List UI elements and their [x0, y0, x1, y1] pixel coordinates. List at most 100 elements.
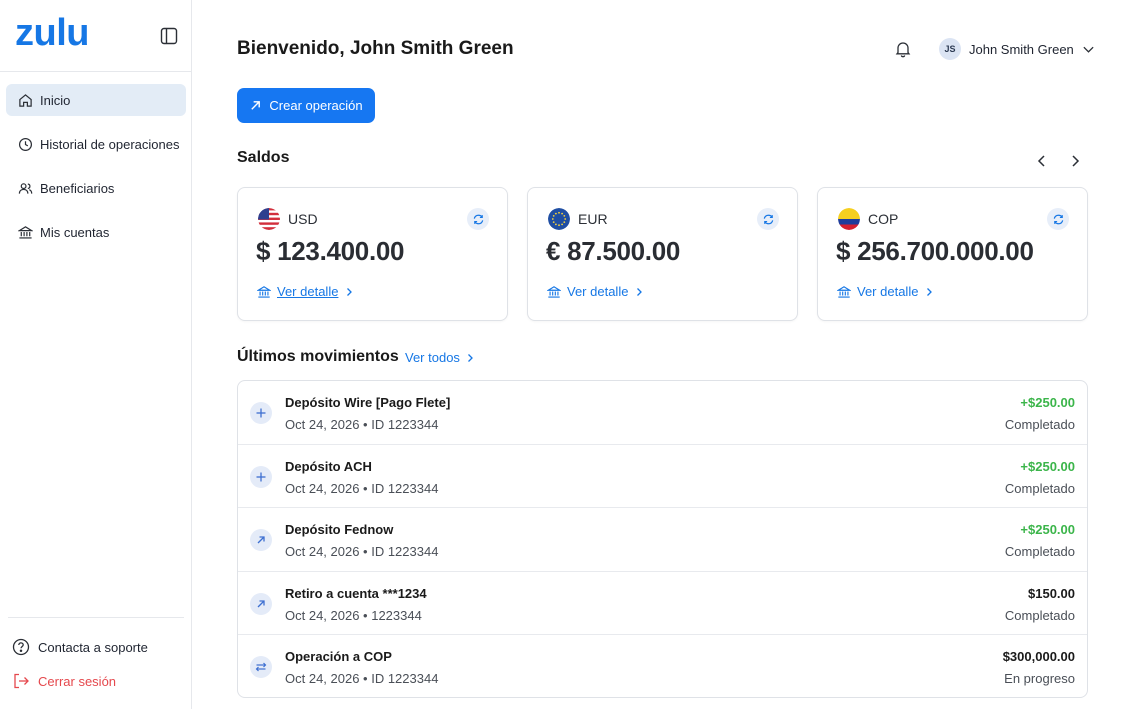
movement-title: Retiro a cuenta ***1234 — [285, 585, 427, 601]
currency-code: EUR — [578, 211, 608, 227]
chevron-left-icon[interactable] — [1034, 153, 1050, 169]
movement-amount: +$250.00 — [1020, 458, 1075, 474]
bank-icon — [257, 285, 271, 298]
view-detail-link[interactable]: Ver detalle — [837, 284, 934, 299]
chevron-down-icon — [1083, 46, 1094, 53]
movement-status: Completado — [1004, 417, 1075, 432]
us-flag-icon — [258, 208, 280, 230]
create-operation-button[interactable]: Crear operación — [237, 88, 375, 123]
sidebar-item-beneficiarios[interactable]: Beneficiarios — [6, 172, 186, 204]
movement-amount: +$250.00 — [1020, 395, 1075, 410]
logo[interactable]: zulu — [15, 14, 89, 52]
chevron-right-icon — [927, 287, 933, 296]
list-item[interactable]: Operación a COP Oct 24, 2026 • ID 122334… — [238, 635, 1087, 697]
movement-status: Completado — [1004, 607, 1075, 623]
balances-title: Saldos — [237, 149, 290, 166]
logout-icon — [14, 673, 29, 689]
arrow-up-right-icon — [257, 536, 265, 544]
movement-icon — [250, 402, 272, 424]
sidebar-item-label: Mis cuentas — [40, 224, 110, 240]
view-detail-link[interactable]: Ver detalle — [257, 284, 354, 299]
currency-code: COP — [868, 211, 899, 227]
list-item[interactable]: Depósito Wire [Pago Flete] Oct 24, 2026 … — [238, 381, 1087, 445]
movement-status: Completado — [1004, 544, 1075, 560]
movements-title: Últimos movimientos — [237, 348, 399, 365]
balance-amount: € 87.500.00 — [546, 236, 681, 266]
bank-icon — [18, 225, 33, 239]
swap-icon — [255, 662, 267, 672]
refresh-button[interactable] — [1047, 208, 1069, 230]
sidebar-item-mis-cuentas[interactable]: Mis cuentas — [6, 216, 186, 248]
logout-label: Cerrar sesión — [38, 673, 117, 689]
chevron-right-icon — [467, 353, 473, 362]
movements-list: Depósito Wire [Pago Flete] Oct 24, 2026 … — [237, 380, 1088, 698]
movement-icon — [250, 656, 272, 679]
refresh-icon — [473, 214, 483, 224]
sidebar-footer: Contacta a soporte Cerrar sesión — [8, 617, 184, 698]
sidebar-item-label: Beneficiarios — [40, 180, 115, 196]
view-detail-label: Ver detalle — [567, 284, 629, 299]
chevron-right-icon — [347, 287, 353, 296]
refresh-button[interactable] — [757, 208, 779, 230]
arrow-up-right-icon — [251, 101, 261, 110]
chevron-right-icon — [637, 287, 643, 296]
sidebar-nav: Inicio Historial de operaciones Benefici… — [6, 84, 186, 260]
page-title: Bienvenido, John Smith Green — [237, 38, 514, 59]
movement-amount: $300,000.00 — [1002, 649, 1075, 665]
movement-title: Depósito ACH — [285, 458, 372, 474]
plus-icon — [256, 472, 266, 482]
list-item[interactable]: Depósito ACH Oct 24, 2026 • ID 1223344 +… — [238, 445, 1087, 509]
users-icon — [18, 182, 33, 194]
eu-flag-icon — [548, 208, 570, 230]
view-detail-link[interactable]: Ver detalle — [547, 284, 644, 299]
sidebar-item-inicio[interactable]: Inicio — [6, 84, 186, 116]
sidebar-item-historial[interactable]: Historial de operaciones — [6, 128, 186, 160]
view-detail-label: Ver detalle — [277, 284, 339, 299]
refresh-button[interactable] — [467, 208, 489, 230]
currency-code: USD — [288, 211, 318, 227]
user-menu[interactable]: JS John Smith Green — [939, 38, 1095, 60]
colombia-flag-icon — [838, 208, 860, 230]
bank-icon — [837, 285, 851, 298]
create-operation-label: Crear operación — [269, 98, 363, 113]
sidebar-toggle-icon[interactable] — [160, 27, 178, 45]
logo-row: zulu — [0, 0, 191, 72]
movement-title: Operación a COP — [285, 649, 392, 665]
movement-status: En progreso — [1004, 671, 1075, 687]
balance-card-usd: USD $ 123.400.00 Ver detalle — [237, 187, 508, 321]
movement-status: Completado — [1004, 480, 1075, 496]
balance-card-eur: EUR € 87.500.00 Ver detalle — [527, 187, 798, 321]
sidebar-item-label: Historial de operaciones — [40, 136, 180, 152]
chevron-right-icon[interactable] — [1067, 153, 1083, 169]
see-all-link[interactable]: Ver todos — [405, 350, 475, 365]
bank-icon — [547, 285, 561, 298]
balance-amount: $ 256.700.000.00 — [836, 236, 1034, 266]
movement-subtitle: Oct 24, 2026 • ID 1223344 — [285, 544, 439, 560]
movement-amount: +$250.00 — [1020, 522, 1075, 538]
user-name: John Smith Green — [969, 41, 1074, 57]
help-circle-icon — [12, 638, 30, 656]
arrow-up-right-icon — [257, 600, 265, 608]
logout-link[interactable]: Cerrar sesión — [8, 664, 184, 698]
list-item[interactable]: Depósito Fednow Oct 24, 2026 • ID 122334… — [238, 508, 1087, 572]
movement-subtitle: Oct 24, 2026 • ID 1223344 — [285, 671, 439, 687]
see-all-label: Ver todos — [405, 350, 460, 365]
plus-icon — [256, 408, 266, 418]
movement-title: Depósito Fednow — [285, 522, 394, 538]
movement-subtitle: Oct 24, 2026 • 1223344 — [285, 607, 422, 623]
support-label: Contacta a soporte — [38, 639, 148, 655]
list-item[interactable]: Retiro a cuenta ***1234 Oct 24, 2026 • 1… — [238, 572, 1087, 636]
refresh-icon — [763, 214, 773, 224]
clock-icon — [18, 137, 33, 151]
sidebar-item-label: Inicio — [40, 92, 71, 108]
balance-amount: $ 123.400.00 — [256, 236, 405, 266]
view-detail-label: Ver detalle — [857, 284, 919, 299]
bell-icon[interactable] — [894, 40, 912, 58]
sidebar: zulu Inicio Historial de operaciones Ben… — [0, 0, 192, 709]
movement-amount: $150.00 — [1028, 585, 1075, 601]
support-link[interactable]: Contacta a soporte — [8, 630, 184, 664]
movement-subtitle: Oct 24, 2026 • ID 1223344 — [285, 417, 439, 432]
refresh-icon — [1053, 214, 1063, 224]
home-icon — [19, 93, 32, 107]
balance-card-cop: COP $ 256.700.000.00 Ver detalle — [817, 187, 1088, 321]
